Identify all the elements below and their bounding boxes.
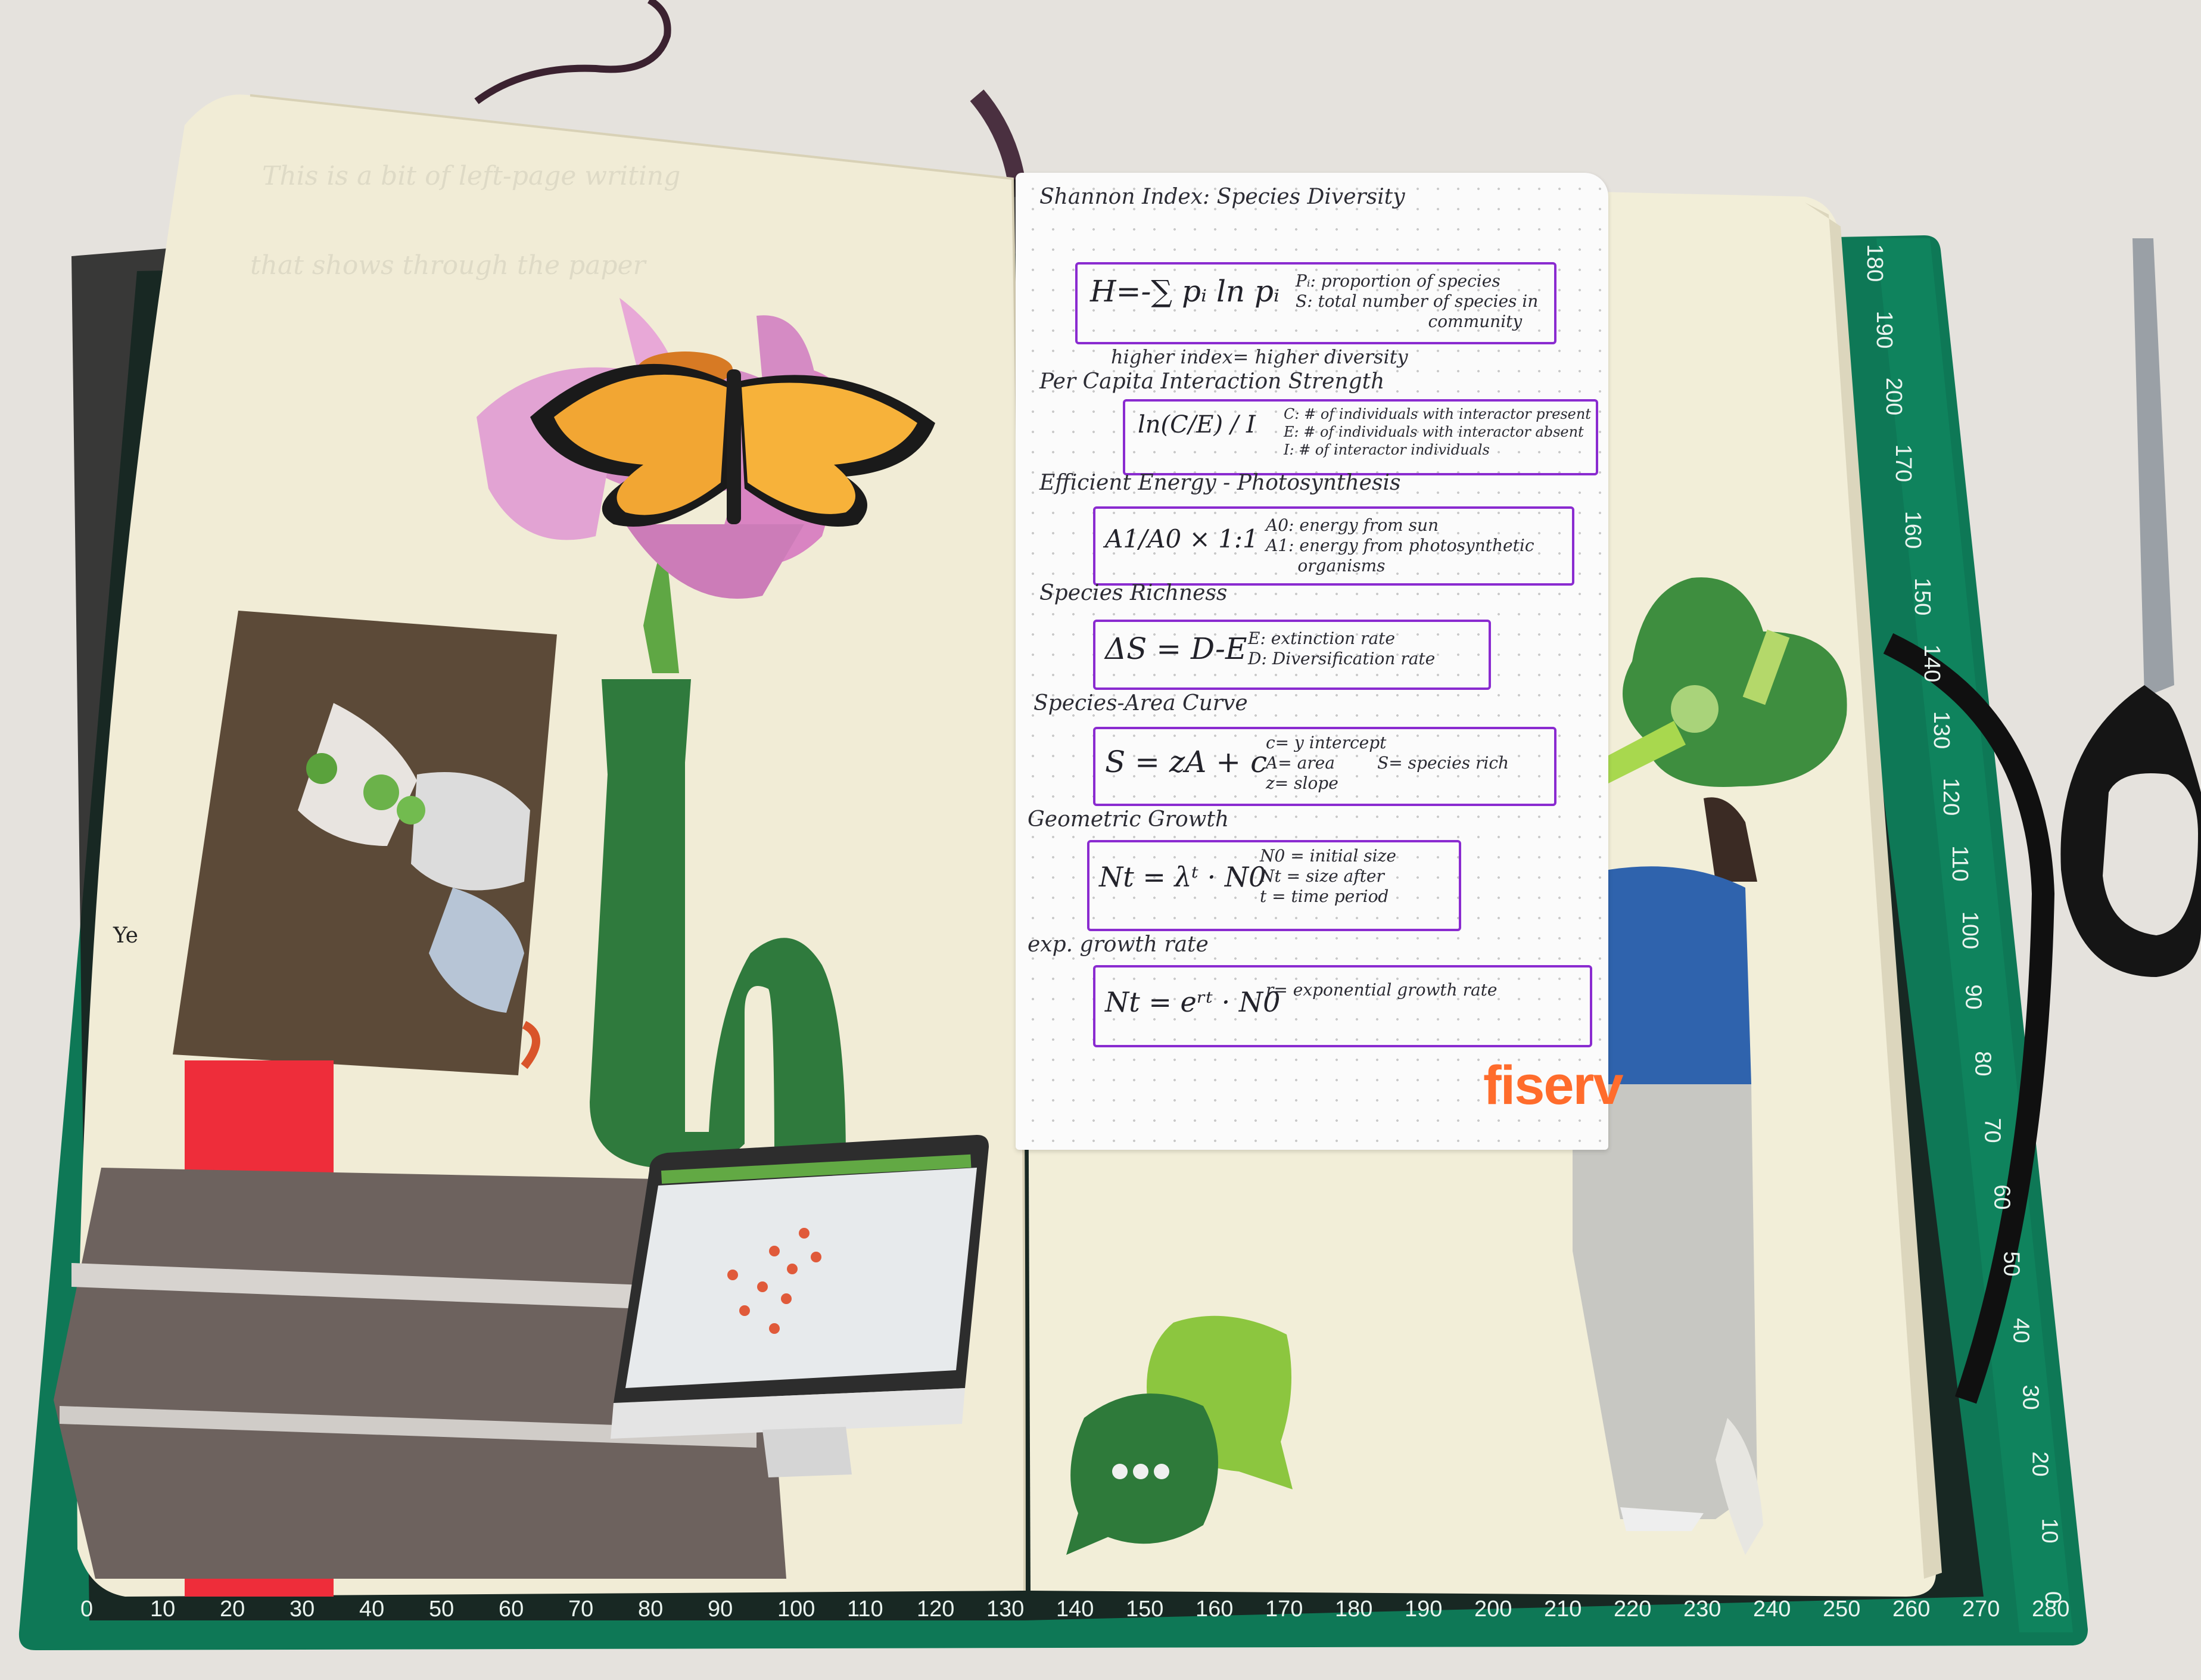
ruler-tick-label: 220: [1614, 1597, 1652, 1622]
exp-formula: Nt = eʳᵗ · N0: [1105, 986, 1281, 1018]
ruler-tick-label: 10: [150, 1597, 176, 1622]
ruler-tick-label: 20: [2027, 1451, 2053, 1477]
faded-text: that shows through the paper: [250, 250, 646, 281]
ruler-tick-label: 140: [1919, 644, 1945, 683]
ruler-tick-label: 100: [1957, 911, 1983, 950]
ruler-tick-label: 70: [568, 1597, 594, 1622]
ruler-tick-label: 150: [1910, 577, 1935, 616]
ruler-tick-label: 80: [1970, 1051, 1995, 1077]
ruler-tick-label: 50: [429, 1597, 454, 1622]
ruler-tick-label: 0: [2040, 1591, 2066, 1604]
percapita-title: Per Capita Interaction Strength: [1039, 369, 1385, 394]
ruler-tick-label: 130: [986, 1597, 1025, 1622]
ruler-tick-label: 170: [1891, 444, 1916, 483]
ruler-tick-label: 160: [1196, 1597, 1234, 1622]
ruler-tick-label: 160: [1900, 511, 1926, 549]
energy-formula: A1/A0 × 1:1: [1105, 524, 1259, 553]
left-margin-text: Ye: [113, 923, 138, 948]
ruler-tick-label: 60: [499, 1597, 524, 1622]
ruler-tick-label: 190: [1872, 310, 1897, 349]
area-defs: c= y intercept A= area S= species rich z…: [1266, 733, 1509, 793]
ruler-tick-label: 40: [359, 1597, 385, 1622]
ruler-tick-label: 120: [917, 1597, 955, 1622]
ruler-tick-label: 70: [1979, 1118, 2005, 1143]
ruler-tick-label: 150: [1126, 1597, 1164, 1622]
ruler-tick-label: 0: [80, 1597, 94, 1622]
ruler-tick-label: 50: [1998, 1251, 2024, 1277]
ruler-tick-label: 200: [1881, 377, 1907, 416]
ruler-tick-label: 190: [1405, 1597, 1443, 1622]
ruler-tick-label: 20: [220, 1597, 245, 1622]
exp-title: exp. growth rate: [1028, 932, 1209, 957]
notes-sheet: Shannon Index: Species Diversity H=-∑ pᵢ…: [1016, 173, 1608, 1150]
ruler-tick-label: 40: [2008, 1318, 2034, 1343]
area-title: Species-Area Curve: [1033, 691, 1248, 715]
ruler-tick-label: 270: [1962, 1597, 2000, 1622]
shannon-defs: Pᵢ: proportion of species S: total numbe…: [1296, 271, 1539, 331]
richness-defs: E: extinction rate D: Diversification ra…: [1248, 629, 1436, 668]
shannon-formula: H=-∑ pᵢ ln pᵢ: [1090, 274, 1280, 309]
percapita-formula: ln(C/E) / I: [1138, 411, 1256, 438]
fiserv-logo: fiserv: [1483, 1055, 1623, 1116]
ruler-tick-label: 130: [1929, 711, 1954, 749]
ruler-tick-label: 80: [638, 1597, 664, 1622]
ruler-tick-label: 170: [1265, 1597, 1303, 1622]
ruler-tick-label: 60: [1989, 1184, 2015, 1210]
ruler-tick-label: 210: [1544, 1597, 1582, 1622]
geo-title: Geometric Growth: [1028, 807, 1229, 832]
ruler-tick-label: 110: [847, 1597, 883, 1622]
ruler-tick-label: 250: [1823, 1597, 1861, 1622]
energy-title: Efficient Energy - Photosynthesis: [1039, 471, 1401, 495]
ruler-tick-label: 230: [1683, 1597, 1721, 1622]
geo-defs: N0 = initial size Nt = size after t = ti…: [1260, 846, 1396, 906]
energy-defs: A0: energy from sun A1: energy from phot…: [1266, 515, 1534, 575]
ruler-tick-label: 10: [2037, 1518, 2062, 1544]
faded-text: This is a bit of left-page writing: [262, 161, 681, 191]
richness-title: Species Richness: [1039, 581, 1228, 605]
ruler-tick-label: 200: [1474, 1597, 1512, 1622]
geo-formula: Nt = λᵗ · N0: [1099, 861, 1266, 893]
area-formula: S = zA + c: [1105, 745, 1268, 779]
ruler-tick-label: 180: [1862, 244, 1888, 282]
ruler-tick-label: 90: [708, 1597, 733, 1622]
richness-formula: ΔS = D-E: [1105, 631, 1247, 666]
ruler-tick-label: 110: [1947, 845, 1972, 882]
exp-defs: r= exponential growth rate: [1266, 980, 1498, 1000]
ruler-tick-label: 180: [1335, 1597, 1373, 1622]
shannon-note: higher index= higher diversity: [1111, 346, 1408, 368]
ruler-tick-label: 100: [777, 1597, 815, 1622]
ruler-tick-label: 30: [2018, 1385, 2043, 1410]
gardening-photo: [173, 611, 557, 1075]
ruler-tick-label: 240: [1753, 1597, 1791, 1622]
ruler-tick-label: 120: [1938, 777, 1964, 816]
percapita-defs: C: # of individuals with interactor pres…: [1284, 406, 1591, 458]
ruler-tick-label: 90: [1960, 984, 1986, 1010]
ruler-tick-label: 260: [1892, 1597, 1931, 1622]
ruler-tick-label: 30: [289, 1597, 315, 1622]
shannon-title: Shannon Index: Species Diversity: [1039, 185, 1405, 209]
ruler-tick-label: 140: [1056, 1597, 1094, 1622]
